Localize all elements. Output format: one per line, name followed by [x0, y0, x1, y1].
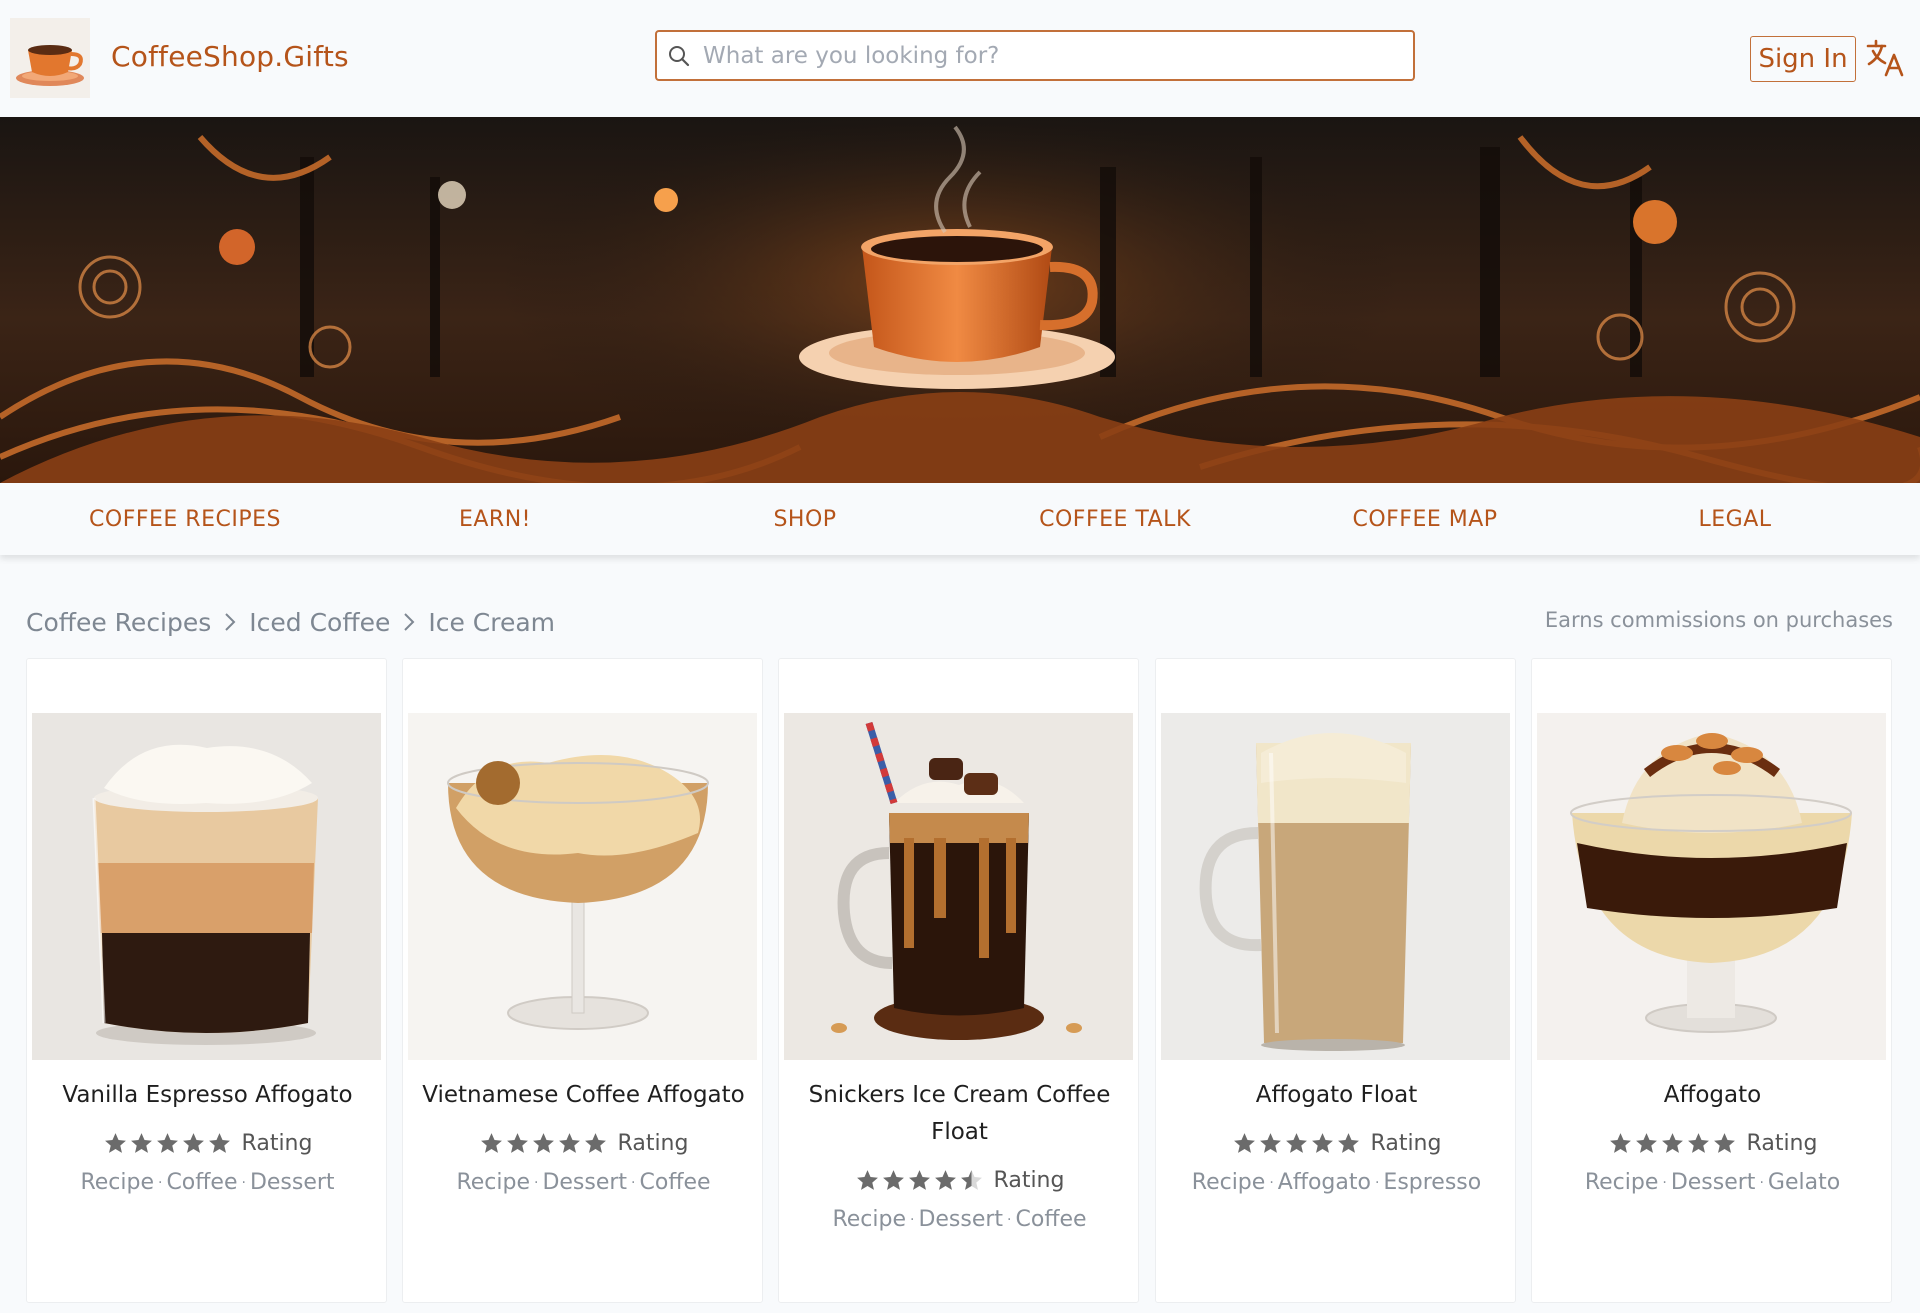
- tag[interactable]: Recipe: [456, 1170, 530, 1195]
- star-icon: [532, 1133, 554, 1153]
- tag[interactable]: Dessert: [1671, 1170, 1756, 1195]
- tag[interactable]: Coffee: [166, 1170, 237, 1195]
- star-icon: [1259, 1133, 1281, 1153]
- recipe-card[interactable]: Vanilla Espresso Affogato Rating Recipe ·…: [26, 658, 387, 1303]
- breadcrumb-iced-coffee[interactable]: Iced Coffee: [249, 608, 390, 637]
- star-rating-icon: [855, 1168, 984, 1193]
- rating-label: Rating: [1746, 1131, 1818, 1156]
- star-icon: [1285, 1133, 1307, 1153]
- recipe-tags: Recipe · Affogato · Espresso: [1191, 1170, 1482, 1195]
- nav-coffee-recipes[interactable]: COFFEE RECIPES: [30, 483, 340, 555]
- star-icon: [1687, 1133, 1709, 1153]
- star-icon: [1337, 1133, 1359, 1153]
- tag[interactable]: Affogato: [1278, 1170, 1371, 1195]
- tag[interactable]: Dessert: [250, 1170, 335, 1195]
- star-icon: [960, 1170, 982, 1190]
- star-icon: [506, 1133, 528, 1153]
- star-icon: [156, 1133, 178, 1153]
- tag[interactable]: Dessert: [542, 1170, 627, 1195]
- translate-icon[interactable]: [1865, 38, 1905, 78]
- breadcrumb-coffee-recipes[interactable]: Coffee Recipes: [26, 608, 211, 637]
- breadcrumb-ice-cream[interactable]: Ice Cream: [428, 608, 555, 637]
- star-rating-icon: [1608, 1131, 1737, 1156]
- brand-name[interactable]: CoffeeShop.Gifts: [111, 40, 349, 73]
- star-icon: [908, 1170, 930, 1190]
- tag[interactable]: Recipe: [1585, 1170, 1659, 1195]
- recipe-image[interactable]: [784, 713, 1133, 1060]
- commission-note: Earns commissions on purchases: [1544, 608, 1893, 632]
- recipe-rating: Rating: [1156, 1131, 1517, 1156]
- search-input[interactable]: [703, 32, 1403, 79]
- recipe-image[interactable]: [1537, 713, 1886, 1060]
- star-icon: [1713, 1133, 1735, 1153]
- rating-label: Rating: [1370, 1131, 1442, 1156]
- hero-banner: [0, 117, 1920, 483]
- recipe-grid: Vanilla Espresso Affogato Rating Recipe ·…: [26, 658, 1894, 1308]
- tag[interactable]: Espresso: [1383, 1170, 1481, 1195]
- star-icon: [558, 1133, 580, 1153]
- chevron-right-icon: [223, 611, 237, 633]
- tag[interactable]: Recipe: [1192, 1170, 1266, 1195]
- recipe-card[interactable]: Affogato Rating Recipe · Dessert · Gelato: [1531, 658, 1892, 1303]
- star-icon: [480, 1133, 502, 1153]
- recipe-tags: Recipe · Coffee · Dessert: [80, 1170, 335, 1195]
- star-icon: [934, 1170, 956, 1190]
- star-icon: [882, 1170, 904, 1190]
- recipe-image[interactable]: [408, 713, 757, 1060]
- recipe-card[interactable]: Affogato Float Rating Recipe · Affogato · Es…: [1155, 658, 1516, 1303]
- rating-label: Rating: [993, 1168, 1065, 1193]
- recipe-tags: Recipe · Dessert · Coffee: [456, 1170, 711, 1195]
- chevron-right-icon: [402, 611, 416, 633]
- rating-label: Rating: [617, 1131, 689, 1156]
- tag[interactable]: Recipe: [80, 1170, 154, 1195]
- star-icon: [1609, 1133, 1631, 1153]
- star-icon: [182, 1133, 204, 1153]
- rating-label: Rating: [241, 1131, 313, 1156]
- recipe-image[interactable]: [1161, 713, 1510, 1060]
- search-icon: [669, 46, 690, 67]
- star-icon: [208, 1133, 230, 1153]
- main-nav: COFFEE RECIPES EARN! SHOP COFFEE TALK CO…: [0, 483, 1920, 555]
- recipe-tags: Recipe · Dessert · Gelato: [1584, 1170, 1841, 1195]
- tag[interactable]: Recipe: [832, 1207, 906, 1232]
- star-icon: [104, 1133, 126, 1153]
- recipe-title[interactable]: Affogato Float: [1166, 1077, 1507, 1114]
- star-rating-icon: [479, 1131, 608, 1156]
- recipe-title[interactable]: Affogato: [1542, 1077, 1883, 1114]
- recipe-title[interactable]: Vietnamese Coffee Affogato: [413, 1077, 754, 1114]
- recipe-rating: Rating: [779, 1168, 1140, 1193]
- tag[interactable]: Coffee: [1016, 1207, 1087, 1232]
- star-rating-icon: [1232, 1131, 1361, 1156]
- nav-coffee-talk[interactable]: COFFEE TALK: [960, 483, 1270, 555]
- search-box[interactable]: [655, 30, 1415, 81]
- nav-legal[interactable]: LEGAL: [1580, 483, 1890, 555]
- nav-coffee-map[interactable]: COFFEE MAP: [1270, 483, 1580, 555]
- coffee-cup-logo-icon[interactable]: [10, 18, 90, 98]
- recipe-title[interactable]: Vanilla Espresso Affogato: [37, 1077, 378, 1114]
- star-icon: [584, 1133, 606, 1153]
- star-icon: [1661, 1133, 1683, 1153]
- star-icon: [1635, 1133, 1657, 1153]
- star-icon: [130, 1133, 152, 1153]
- recipe-rating: Rating: [403, 1131, 764, 1156]
- sign-in-button[interactable]: Sign In: [1750, 36, 1856, 82]
- tag[interactable]: Coffee: [640, 1170, 711, 1195]
- star-icon: [1233, 1133, 1255, 1153]
- recipe-rating: Rating: [1532, 1131, 1893, 1156]
- recipe-image[interactable]: [32, 713, 381, 1060]
- site-header: CoffeeShop.Gifts Sign In: [0, 0, 1920, 117]
- recipe-rating: Rating: [27, 1131, 388, 1156]
- nav-earn[interactable]: EARN!: [340, 483, 650, 555]
- recipe-card[interactable]: Snickers Ice Cream Coffee Float Rating R…: [778, 658, 1139, 1303]
- recipe-title[interactable]: Snickers Ice Cream Coffee Float: [789, 1077, 1130, 1151]
- star-icon: [1311, 1133, 1333, 1153]
- star-rating-icon: [103, 1131, 232, 1156]
- tag[interactable]: Dessert: [918, 1207, 1003, 1232]
- star-icon: [856, 1170, 878, 1190]
- breadcrumb: Coffee Recipes Iced Coffee Ice Cream: [26, 602, 555, 642]
- nav-shop[interactable]: SHOP: [650, 483, 960, 555]
- recipe-tags: Recipe · Dessert · Coffee: [832, 1207, 1087, 1232]
- tag[interactable]: Gelato: [1768, 1170, 1840, 1195]
- recipe-card[interactable]: Vietnamese Coffee Affogato Rating Recipe…: [402, 658, 763, 1303]
